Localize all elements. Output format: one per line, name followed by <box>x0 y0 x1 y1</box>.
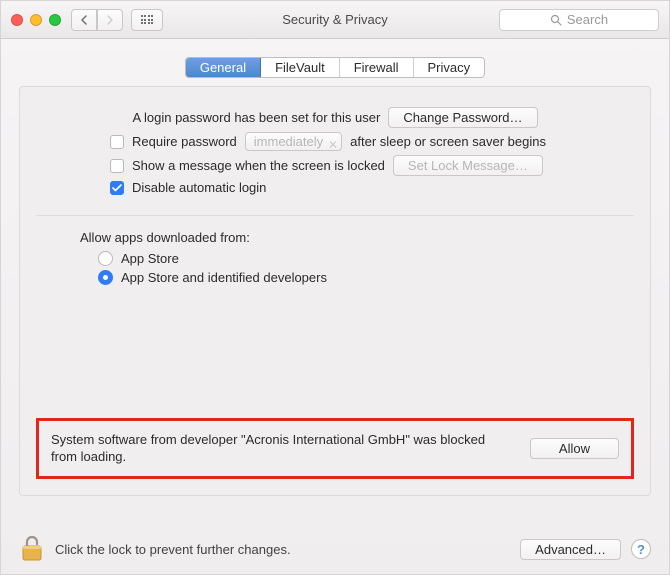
forward-button[interactable] <box>97 9 123 31</box>
lock-text: Click the lock to prevent further change… <box>55 542 291 557</box>
allow-button[interactable]: Allow <box>530 438 619 459</box>
show-message-row: Show a message when the screen is locked… <box>110 155 634 176</box>
login-password-set-label: A login password has been set for this u… <box>132 110 380 125</box>
grid-icon <box>141 15 154 24</box>
show-message-checkbox[interactable] <box>110 159 124 173</box>
titlebar: Security & Privacy Search <box>1 1 669 39</box>
gatekeeper-label: Allow apps downloaded from: <box>36 230 634 245</box>
gatekeeper-identified-label: App Store and identified developers <box>121 270 327 285</box>
content-area: General FileVault Firewall Privacy A log… <box>1 39 669 496</box>
divider <box>36 215 634 216</box>
show-all-button[interactable] <box>131 9 163 31</box>
zoom-icon[interactable] <box>49 14 61 26</box>
window-controls <box>11 14 61 26</box>
preferences-window: Security & Privacy Search General FileVa… <box>0 0 670 575</box>
tab-general[interactable]: General <box>186 58 261 77</box>
nav-buttons <box>71 9 123 31</box>
back-button[interactable] <box>71 9 97 31</box>
tab-firewall[interactable]: Firewall <box>340 58 414 77</box>
require-password-checkbox[interactable] <box>110 135 124 149</box>
blocked-software-message: System software from developer "Acronis … <box>51 431 514 466</box>
gatekeeper-appstore-label: App Store <box>121 251 179 266</box>
gatekeeper-identified-row: App Store and identified developers <box>98 270 634 285</box>
disable-autologin-label: Disable automatic login <box>132 180 266 195</box>
tab-privacy[interactable]: Privacy <box>414 58 485 77</box>
general-pane: A login password has been set for this u… <box>19 86 651 496</box>
footer: Click the lock to prevent further change… <box>1 524 669 574</box>
gatekeeper-appstore-row: App Store <box>98 251 634 266</box>
search-placeholder: Search <box>567 12 608 27</box>
tab-filevault[interactable]: FileVault <box>261 58 340 77</box>
login-row: A login password has been set for this u… <box>36 107 634 128</box>
set-lock-message-button[interactable]: Set Lock Message… <box>393 155 543 176</box>
require-password-delay-select[interactable]: immediately <box>245 132 342 151</box>
change-password-button[interactable]: Change Password… <box>388 107 537 128</box>
gatekeeper-appstore-radio[interactable] <box>98 251 113 266</box>
blocked-software-callout: System software from developer "Acronis … <box>36 418 634 479</box>
require-password-row: Require password immediately after sleep… <box>110 132 634 151</box>
close-icon[interactable] <box>11 14 23 26</box>
disable-autologin-row: Disable automatic login <box>110 180 634 195</box>
require-password-label: Require password <box>132 134 237 149</box>
search-icon <box>550 14 562 26</box>
tab-bar: General FileVault Firewall Privacy <box>19 57 651 78</box>
advanced-button[interactable]: Advanced… <box>520 539 621 560</box>
minimize-icon[interactable] <box>30 14 42 26</box>
search-input[interactable]: Search <box>499 9 659 31</box>
disable-autologin-checkbox[interactable] <box>110 181 124 195</box>
gatekeeper-identified-radio[interactable] <box>98 270 113 285</box>
lock-icon[interactable] <box>19 534 45 564</box>
require-password-after-label: after sleep or screen saver begins <box>350 134 546 149</box>
help-button[interactable]: ? <box>631 539 651 559</box>
show-message-label: Show a message when the screen is locked <box>132 158 385 173</box>
